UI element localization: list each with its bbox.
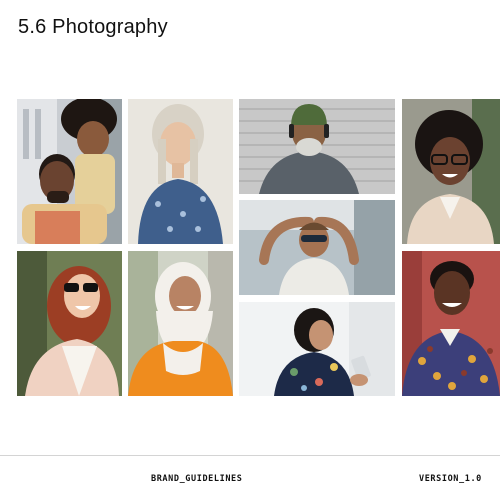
photo-woman-hijab	[128, 251, 233, 396]
photo-man-beanie-headphones	[239, 99, 395, 194]
photo-woman-glasses	[402, 99, 500, 244]
footer-version-label: VERSION_1.0	[419, 474, 482, 484]
footer-divider	[0, 455, 500, 456]
photo-father-daughter	[17, 99, 122, 244]
photo-woman-red-hair-sunglasses	[17, 251, 122, 396]
photo-man-patterned-shirt	[402, 251, 500, 396]
photo-woman-phone	[239, 302, 395, 396]
photo-older-woman	[128, 99, 233, 244]
page-title: 5.6 Photography	[18, 16, 168, 38]
footer-brand-label: BRAND_GUIDELINES	[151, 474, 243, 484]
photo-man-sunglasses-stretch	[239, 200, 395, 295]
